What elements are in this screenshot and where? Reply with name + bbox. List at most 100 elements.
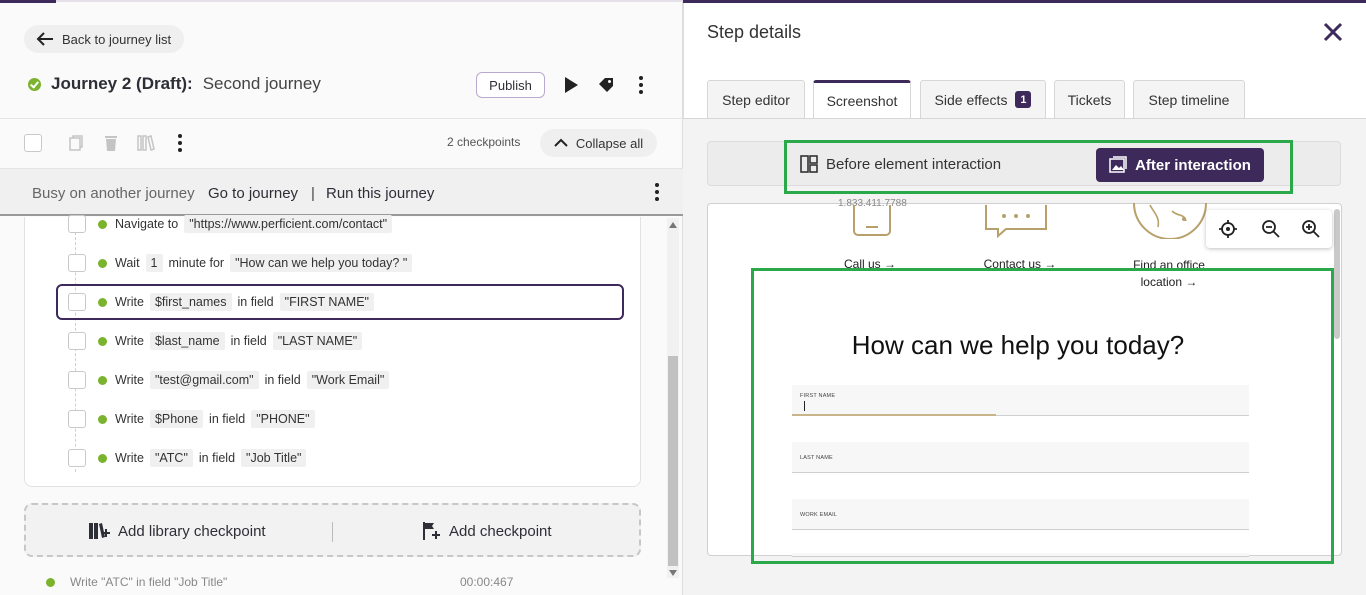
tab-screenshot[interactable]: Screenshot bbox=[813, 80, 911, 119]
step-verb: Write bbox=[115, 412, 144, 426]
step-connector-text: in field bbox=[237, 295, 274, 309]
step-status-dot bbox=[98, 219, 107, 229]
step-content: Write $first_names in field "FIRST NAME" bbox=[115, 293, 374, 311]
step-value-chip: $first_names bbox=[149, 293, 232, 311]
viewer-scrollbar-thumb[interactable] bbox=[1334, 209, 1340, 339]
panel-title: Step details bbox=[707, 22, 802, 42]
step-value-chip: "ATC" bbox=[149, 449, 193, 467]
add-library-label: Add library checkpoint bbox=[118, 522, 266, 540]
step-target-chip: "Job Title" bbox=[241, 449, 307, 467]
step-row[interactable]: Write $last_name in field "LAST NAME" bbox=[56, 323, 624, 359]
scroll-down-arrow-icon[interactable] bbox=[669, 570, 677, 576]
partially-hidden-step-row: Write "ATC" in field "Job Title" 00:00:4… bbox=[24, 573, 641, 595]
step-checkbox[interactable] bbox=[68, 410, 86, 428]
phone-icon bbox=[853, 205, 891, 236]
flag-add-icon bbox=[423, 522, 440, 540]
step-row[interactable]: Write $first_names in field "FIRST NAME" bbox=[56, 284, 624, 320]
step-target-chip: "How can we help you today? " bbox=[230, 254, 413, 272]
back-to-journey-list-button[interactable]: Back to journey list bbox=[24, 25, 185, 53]
step-checkbox[interactable] bbox=[68, 254, 86, 272]
zoom-out-icon[interactable] bbox=[1261, 219, 1281, 239]
tab-step-editor[interactable]: Step editor bbox=[707, 80, 805, 118]
check-circle-icon bbox=[28, 77, 41, 91]
highlight-box-screenshot bbox=[751, 268, 1334, 564]
step-status-dot bbox=[98, 375, 107, 385]
tab-label: Step timeline bbox=[1148, 91, 1230, 108]
more-options-icon[interactable] bbox=[632, 74, 650, 96]
step-value-chip: $Phone bbox=[149, 410, 204, 428]
collapse-all-button[interactable]: Collapse all bbox=[540, 129, 657, 157]
step-content: Write $Phone in field "PHONE" bbox=[115, 410, 315, 428]
step-content: Write "test@gmail.com" in field "Work Email… bbox=[115, 371, 390, 389]
step-row[interactable]: Write "test@gmail.com" in field "Work Email… bbox=[56, 362, 624, 398]
step-status-dot bbox=[98, 297, 107, 307]
tag-icon[interactable] bbox=[597, 76, 615, 94]
step-content: Write "ATC" in field "Job Title" bbox=[115, 449, 307, 467]
active-nav-indicator bbox=[0, 0, 56, 3]
step-row[interactable]: Navigate to "https://www.perficient.com/c… bbox=[56, 206, 624, 242]
tab-label: Tickets bbox=[1067, 91, 1112, 108]
tab-step-timeline[interactable]: Step timeline bbox=[1133, 80, 1245, 118]
step-target-chip: "FIRST NAME" bbox=[279, 293, 374, 311]
step-checkbox[interactable] bbox=[68, 293, 86, 311]
step-checkbox[interactable] bbox=[68, 215, 86, 233]
add-library-checkpoint-button[interactable]: Add library checkpoint bbox=[88, 521, 266, 541]
step-verb: Write bbox=[115, 373, 144, 387]
zoom-in-icon[interactable] bbox=[1301, 219, 1321, 239]
play-icon[interactable] bbox=[562, 76, 580, 94]
ghost-step-text: Write "ATC" in field "Job Title" bbox=[70, 575, 228, 589]
tab-side-effects[interactable]: Side effects 1 bbox=[920, 80, 1046, 118]
add-checkpoint-button[interactable]: Add checkpoint bbox=[421, 521, 552, 541]
step-target-chip: "Work Email" bbox=[306, 371, 390, 389]
ghost-step-time: 00:00:467 bbox=[460, 575, 514, 589]
step-verb: Write bbox=[115, 334, 144, 348]
run-this-journey-link[interactable]: Run this journey bbox=[326, 185, 434, 202]
step-row[interactable]: Wait 1 minute for "How can we help you toda… bbox=[56, 245, 624, 281]
tab-tickets[interactable]: Tickets bbox=[1054, 80, 1125, 118]
scroll-up-arrow-icon[interactable] bbox=[669, 222, 677, 228]
step-connector-text: in field bbox=[198, 451, 236, 465]
more-options-icon[interactable] bbox=[648, 181, 666, 203]
step-value-chip: "test@gmail.com" bbox=[149, 371, 259, 389]
chat-icon bbox=[985, 205, 1047, 239]
journey-title: Journey 2 (Draft): Second journey bbox=[28, 74, 321, 94]
tab-label: Step editor bbox=[722, 91, 790, 108]
library-add-icon bbox=[89, 523, 110, 539]
checkpoint-count: 2 checkpoints bbox=[447, 135, 521, 149]
step-value-chip: $last_name bbox=[149, 332, 225, 350]
step-status-dot bbox=[98, 453, 107, 463]
side-effects-count-badge: 1 bbox=[1015, 91, 1032, 108]
step-checkbox[interactable] bbox=[68, 332, 86, 350]
step-verb: Write bbox=[115, 295, 144, 309]
copy-icon[interactable] bbox=[66, 133, 86, 153]
chevron-up-icon bbox=[554, 138, 568, 147]
step-verb: Navigate to bbox=[115, 217, 179, 231]
select-all-checkbox[interactable] bbox=[24, 134, 42, 152]
tab-label: Side effects bbox=[934, 91, 1008, 108]
step-checkbox[interactable] bbox=[68, 371, 86, 389]
highlight-box-toggle bbox=[784, 140, 1293, 194]
trash-icon[interactable] bbox=[101, 133, 121, 153]
journey-title-strong: Journey 2 (Draft): bbox=[51, 74, 193, 93]
separator: | bbox=[311, 185, 315, 202]
step-verb: Write bbox=[115, 451, 144, 465]
step-checkbox[interactable] bbox=[68, 449, 86, 467]
step-row[interactable]: Write $Phone in field "PHONE" bbox=[56, 401, 624, 437]
scrollbar-thumb[interactable] bbox=[668, 356, 678, 566]
step-content: Wait 1 minute for "How can we help you toda… bbox=[115, 254, 413, 272]
step-status-dot bbox=[98, 414, 107, 424]
step-connector-text: minute for bbox=[168, 256, 225, 270]
close-icon[interactable] bbox=[1322, 21, 1344, 43]
more-options-icon[interactable] bbox=[171, 132, 189, 154]
publish-button[interactable]: Publish bbox=[476, 72, 545, 98]
step-connector-text: in field bbox=[264, 373, 301, 387]
step-row[interactable]: Write "ATC" in field "Job Title" bbox=[56, 440, 624, 476]
globe-icon bbox=[1133, 203, 1207, 239]
crosshair-icon[interactable] bbox=[1218, 219, 1238, 239]
step-value-chip: 1 bbox=[145, 254, 163, 272]
library-icon[interactable] bbox=[136, 133, 156, 153]
go-to-journey-link[interactable]: Go to journey bbox=[208, 185, 298, 202]
top-divider bbox=[0, 0, 683, 2]
step-target-chip: "PHONE" bbox=[251, 410, 315, 428]
step-value-chip: "https://www.perficient.com/contact" bbox=[184, 215, 393, 233]
